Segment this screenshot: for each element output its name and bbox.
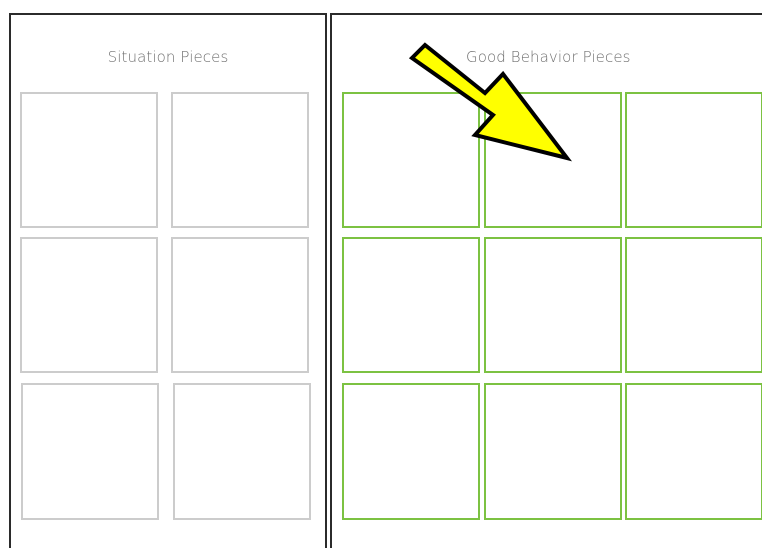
situation-piece-slot[interactable] — [20, 237, 158, 373]
situation-piece-slot[interactable] — [171, 237, 309, 373]
situation-piece-slot[interactable] — [21, 383, 159, 520]
good-behavior-piece-slot[interactable] — [625, 92, 762, 228]
good-behavior-piece-slot[interactable] — [484, 383, 622, 520]
worksheet-page: Situation Pieces Good Behavior Pieces — [0, 0, 762, 548]
good-behavior-piece-slot[interactable] — [342, 237, 480, 373]
situation-piece-slot[interactable] — [173, 383, 311, 520]
arrow-icon-shape — [408, 42, 573, 162]
good-behavior-piece-slot[interactable] — [342, 383, 480, 520]
situation-pieces-title: Situation Pieces — [107, 48, 229, 66]
good-behavior-piece-slot[interactable] — [625, 237, 762, 373]
situation-pieces-panel: Situation Pieces — [9, 13, 327, 548]
situation-piece-slot[interactable] — [20, 92, 158, 228]
good-behavior-piece-slot[interactable] — [625, 383, 762, 520]
arrow-icon — [408, 42, 573, 162]
situation-piece-slot[interactable] — [171, 92, 309, 228]
good-behavior-piece-slot[interactable] — [484, 237, 622, 373]
